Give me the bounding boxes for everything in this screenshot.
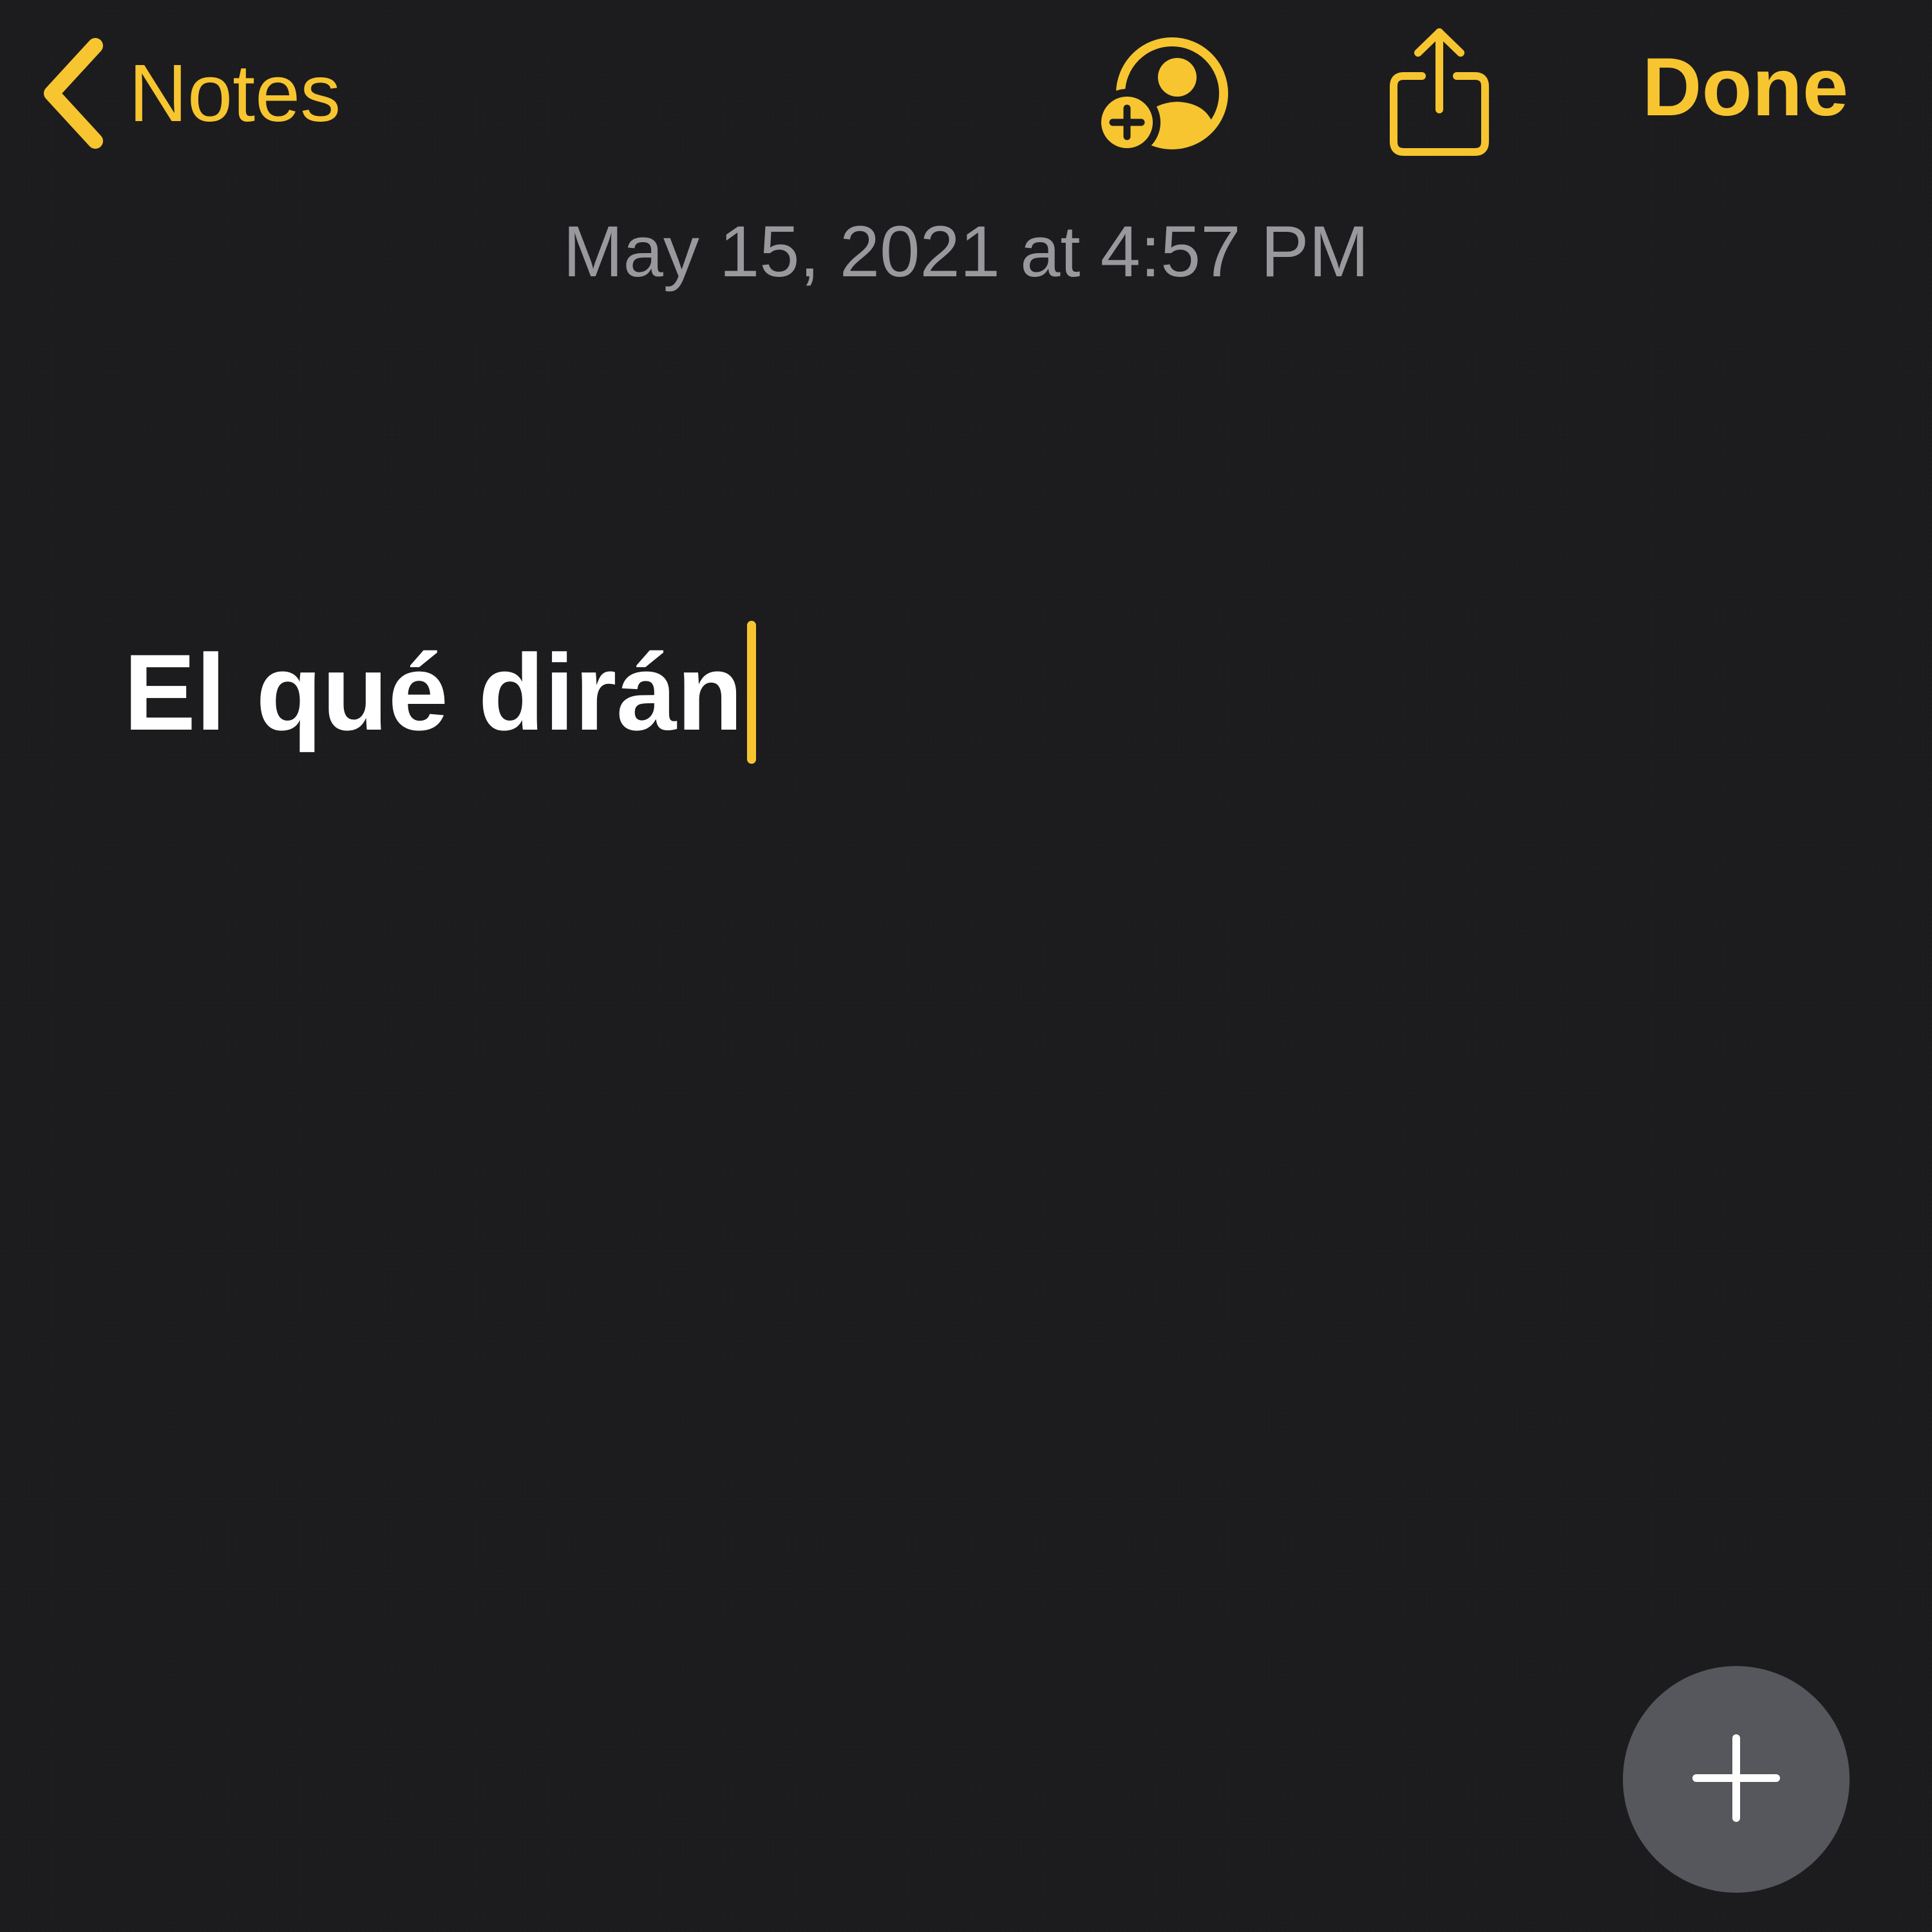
add-button[interactable] [1623,1666,1850,1893]
note-text-area[interactable]: El qué dirán [124,618,756,766]
plus-icon [1691,1733,1781,1826]
share-button[interactable] [1385,26,1494,161]
done-button[interactable]: Done [1642,46,1848,129]
chevron-left-icon [39,35,109,151]
note-title[interactable]: El qué dirán [124,638,743,746]
back-to-notes-button[interactable]: Notes [39,32,341,155]
note-date: May 15, 2021 at 4:57 PM [563,211,1369,292]
add-person-button[interactable] [1095,32,1243,155]
back-button-label: Notes [129,48,341,138]
share-icon [1385,26,1494,161]
text-cursor [746,621,756,764]
note-editor-screen: Notes Done May 15, 2021 at 4:57 PM El qu… [0,0,1932,1932]
person-add-icon [1095,32,1243,155]
